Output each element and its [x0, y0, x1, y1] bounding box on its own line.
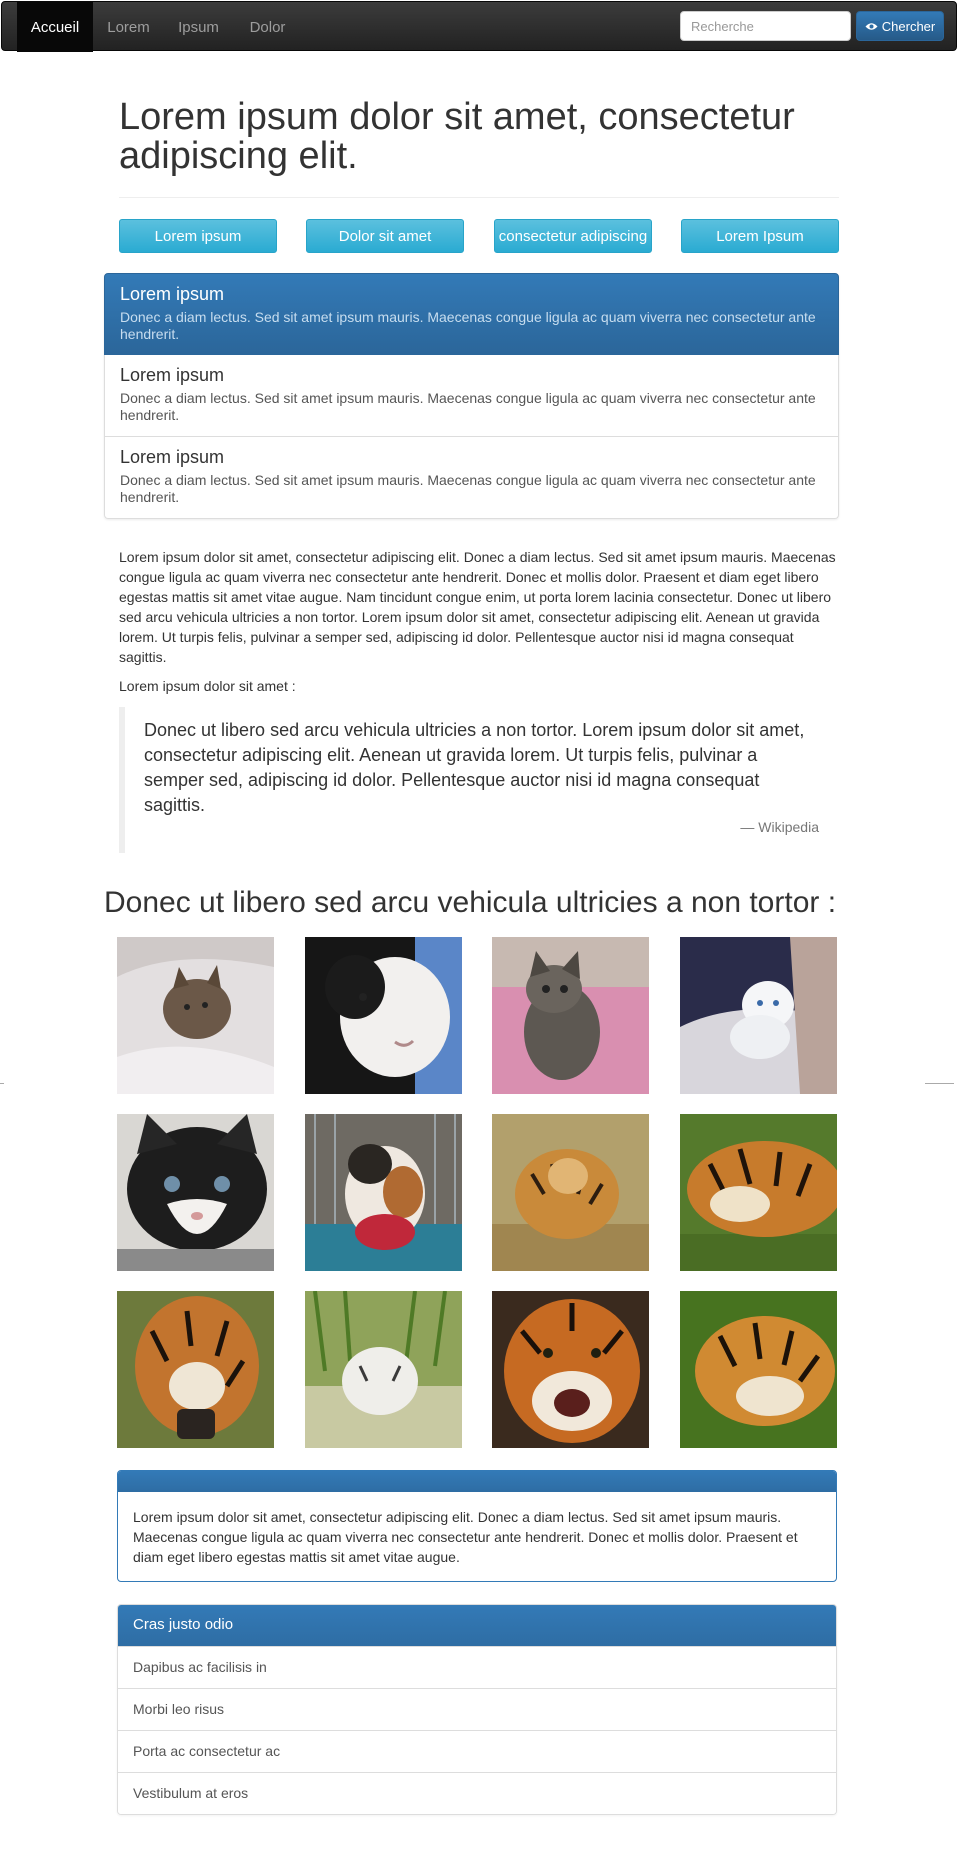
search-button[interactable]: Chercher	[856, 11, 944, 41]
blockquote-source: — Wikipedia	[740, 819, 819, 835]
info-button-2[interactable]: Dolor sit amet	[306, 219, 464, 253]
list-panel-item[interactable]: Dapibus ac facilisis in	[118, 1646, 836, 1688]
gallery-photo-tiger-roaring[interactable]	[492, 1291, 649, 1448]
list-group-item[interactable]: Lorem ipsum Donec a diam lectus. Sed sit…	[104, 355, 839, 437]
list-panel-heading: Cras justo odio	[118, 1605, 836, 1646]
list-panel-item[interactable]: Vestibulum at eros	[118, 1772, 836, 1814]
divider	[119, 197, 839, 198]
gallery-title: Donec ut libero sed arcu vehicula ultric…	[104, 886, 837, 919]
edge-marker-right	[925, 1083, 954, 1084]
list-item-text: Donec a diam lectus. Sed sit amet ipsum …	[120, 390, 816, 423]
list-group-item[interactable]: Lorem ipsum Donec a diam lectus. Sed sit…	[104, 437, 839, 519]
gallery-photo-tiger-walking[interactable]	[117, 1291, 274, 1448]
body-paragraph: Lorem ipsum dolor sit amet, consectetur …	[119, 549, 836, 665]
search-button-label: Chercher	[881, 18, 936, 34]
list-panel-item[interactable]: Morbi leo risus	[118, 1688, 836, 1730]
list-group: Lorem ipsum Donec a diam lectus. Sed sit…	[104, 273, 839, 519]
list-panel-item[interactable]: Porta ac consectetur ac	[118, 1730, 836, 1772]
nav-item-accueil[interactable]: Accueil	[17, 2, 93, 52]
panel-body: Lorem ipsum dolor sit amet, consectetur …	[133, 1509, 798, 1565]
gallery-photo-white-kitten[interactable]	[680, 937, 837, 1094]
gallery-photo-tiger-cub[interactable]	[492, 1114, 649, 1271]
blockquote-text: Donec ut libero sed arcu vehicula ultric…	[144, 720, 805, 815]
nav-item-dolor[interactable]: Dolor	[233, 2, 302, 52]
info-panel: Lorem ipsum dolor sit amet, consectetur …	[117, 1470, 837, 1582]
info-button-4[interactable]: Lorem Ipsum	[681, 219, 839, 253]
nav-item-ipsum[interactable]: Ipsum	[164, 2, 233, 52]
list-item-text: Donec a diam lectus. Sed sit amet ipsum …	[120, 472, 816, 505]
info-button-1[interactable]: Lorem ipsum	[119, 219, 277, 253]
gallery-photo-tabby-kitten[interactable]	[492, 937, 649, 1094]
list-item-heading: Lorem ipsum	[120, 447, 225, 467]
search-input[interactable]	[680, 11, 851, 41]
gallery-photo-tiger-resting[interactable]	[680, 1291, 837, 1448]
edge-marker-left	[0, 1083, 4, 1084]
list-item-text: Donec a diam lectus. Sed sit amet ipsum …	[120, 309, 816, 342]
nav-item-lorem[interactable]: Lorem	[93, 2, 164, 52]
gallery-photo-white-tiger[interactable]	[305, 1291, 462, 1448]
list-group-item-active[interactable]: Lorem ipsum Donec a diam lectus. Sed sit…	[104, 273, 839, 355]
gallery-photo-cat-blanket[interactable]	[117, 937, 274, 1094]
page-title: Lorem ipsum dolor sit amet, consectetur …	[119, 96, 795, 177]
panel-heading	[118, 1471, 836, 1492]
gallery-photo-tiger-lying[interactable]	[680, 1114, 837, 1271]
blockquote: Donec ut libero sed arcu vehicula ultric…	[119, 707, 839, 853]
gallery-photo-calico-kitten[interactable]	[305, 1114, 462, 1271]
info-button-3[interactable]: consectetur adipiscing	[494, 219, 652, 253]
gallery-photo-kitten-closeup[interactable]	[117, 1114, 274, 1271]
gallery-photo-kitten-bw[interactable]	[305, 937, 462, 1094]
list-panel: Cras justo odio Dapibus ac facilisis in …	[117, 1604, 837, 1815]
navbar: Accueil Lorem Ipsum Dolor Chercher	[1, 1, 957, 52]
list-item-heading: Lorem ipsum	[120, 365, 225, 385]
eye-icon	[865, 22, 878, 30]
quote-intro: Lorem ipsum dolor sit amet :	[119, 678, 296, 694]
list-item-heading: Lorem ipsum	[120, 284, 225, 304]
